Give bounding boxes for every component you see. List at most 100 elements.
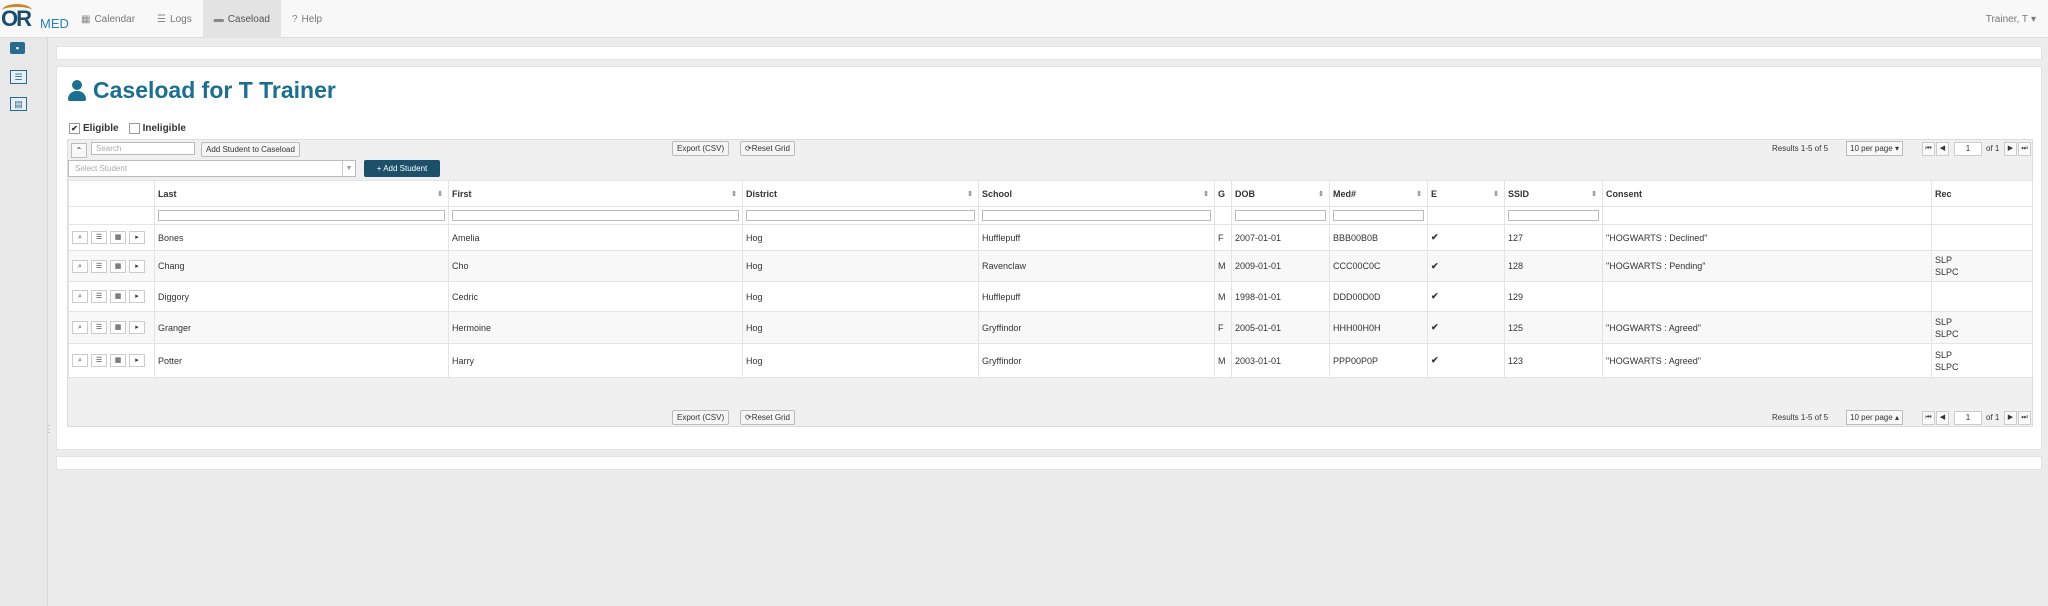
caret-right-icon[interactable]: ▸ bbox=[129, 231, 145, 244]
zoom-icon[interactable]: ⌕ bbox=[72, 259, 88, 273]
col-rec[interactable]: Rec bbox=[1931, 180, 2033, 207]
sidebar-card-icon[interactable]: ▤ bbox=[10, 97, 27, 111]
cell-med: DDD00D0D bbox=[1329, 281, 1428, 312]
sort-icon[interactable]: ⇕ bbox=[1318, 190, 1324, 198]
cell-school: Gryffindor bbox=[978, 311, 1215, 344]
table-row[interactable]: ⌕ ☰ ▦ ▸ Bones Amelia Hog Hufflepuff F 20… bbox=[68, 224, 2033, 251]
col-med[interactable]: Med# ⇕ bbox=[1329, 180, 1428, 207]
sidebar-list-icon[interactable]: ☰ bbox=[10, 70, 27, 84]
add-to-caseload-button[interactable]: Add Student to Caseload bbox=[201, 142, 300, 157]
caret-right-icon[interactable]: ▸ bbox=[129, 321, 145, 334]
zoom-icon[interactable]: ⌕ bbox=[72, 321, 88, 334]
grid-icon[interactable]: ▦ bbox=[110, 290, 126, 303]
grid-icon[interactable]: ▦ bbox=[110, 321, 126, 334]
page-number-input[interactable]: 1 bbox=[1954, 142, 1982, 156]
reset-grid-button[interactable]: ⟳Reset Grid bbox=[740, 141, 795, 156]
grid-icon[interactable]: ▦ bbox=[110, 354, 126, 367]
prev-page-icon[interactable]: ◀ bbox=[1936, 411, 1949, 425]
zoom-icon[interactable]: ⌕ bbox=[72, 231, 88, 244]
reset-grid-button-bottom[interactable]: ⟳Reset Grid bbox=[740, 410, 795, 425]
sidebar-toggle-icon[interactable]: ▪ bbox=[10, 42, 25, 54]
table-row[interactable]: ⌕ ☰ ▦ ▸ Chang Cho Hog Ravenclaw M 2009-0… bbox=[68, 250, 2033, 282]
list-icon[interactable]: ☰ bbox=[91, 231, 107, 244]
col-gender[interactable]: G bbox=[1214, 180, 1232, 207]
nav-caseload[interactable]: ▬ Caseload bbox=[202, 0, 281, 38]
last-page-icon[interactable]: ⏭ bbox=[2018, 411, 2031, 425]
col-ssid[interactable]: SSID ⇕ bbox=[1504, 180, 1603, 207]
col-eligible[interactable]: E ⇕ bbox=[1427, 180, 1505, 207]
caret-right-icon[interactable]: ▸ bbox=[129, 354, 145, 367]
filter-first-input[interactable] bbox=[452, 210, 739, 221]
last-page-icon[interactable]: ⏭ bbox=[2018, 142, 2031, 156]
cell-first: Cho bbox=[448, 250, 743, 282]
sidebar-resize-handle[interactable]: ⋮ bbox=[44, 424, 54, 442]
export-csv-button-bottom[interactable]: Export (CSV) bbox=[672, 410, 730, 425]
nav-logs[interactable]: ☰ Logs bbox=[146, 0, 203, 38]
filter-district-input[interactable] bbox=[746, 210, 975, 221]
chevron-up-icon[interactable]: ⌃ bbox=[71, 143, 87, 158]
ineligible-label: Ineligible bbox=[142, 123, 186, 134]
user-menu[interactable]: Trainer, T ▾ bbox=[1986, 0, 2036, 38]
cell-last: Bones bbox=[154, 224, 449, 251]
search-input[interactable]: Search bbox=[91, 142, 195, 155]
export-csv-button[interactable]: Export (CSV) bbox=[672, 141, 730, 156]
col-school[interactable]: School ⇕ bbox=[978, 180, 1215, 207]
filter-med-input[interactable] bbox=[1333, 210, 1424, 221]
list-icon[interactable]: ☰ bbox=[91, 290, 107, 303]
select-student-dropdown[interactable]: Select Student ▼ bbox=[68, 160, 356, 177]
empty-checkbox-icon[interactable] bbox=[128, 123, 140, 134]
add-student-button[interactable]: + Add Student bbox=[364, 160, 440, 177]
first-page-icon[interactable]: ⏮ bbox=[1922, 411, 1935, 425]
table-row[interactable]: ⌕ ☰ ▦ ▸ Granger Hermoine Hog Gryffindor … bbox=[68, 311, 2033, 344]
grid-icon[interactable]: ▦ bbox=[110, 259, 126, 273]
next-page-icon[interactable]: ▶ bbox=[2004, 411, 2017, 425]
grid-icon[interactable]: ▦ bbox=[110, 231, 126, 244]
col-last[interactable]: Last ⇕ bbox=[154, 180, 449, 207]
nav-help[interactable]: ? Help bbox=[281, 0, 333, 38]
logo-med-text: MED bbox=[40, 16, 69, 31]
cell-school: Gryffindor bbox=[978, 343, 1215, 378]
sort-icon[interactable]: ⇕ bbox=[731, 190, 737, 198]
bottom-strip-panel bbox=[56, 456, 2042, 470]
next-page-icon[interactable]: ▶ bbox=[2004, 142, 2017, 156]
filter-dob-input[interactable] bbox=[1235, 210, 1326, 221]
table-row[interactable]: ⌕ ☰ ▦ ▸ Diggory Cedric Hog Hufflepuff M … bbox=[68, 281, 2033, 312]
check-icon[interactable]: ✔ bbox=[69, 123, 80, 134]
page-title-text: Caseload for T Trainer bbox=[93, 77, 336, 103]
filter-last-input[interactable] bbox=[158, 210, 445, 221]
zoom-icon[interactable]: ⌕ bbox=[72, 354, 88, 367]
cell-consent: "HOGWARTS : Pending" bbox=[1602, 250, 1932, 282]
filter-school-input[interactable] bbox=[982, 210, 1211, 221]
col-consent[interactable]: Consent bbox=[1602, 180, 1932, 207]
sort-icon[interactable]: ⇕ bbox=[1203, 190, 1209, 198]
caret-right-icon[interactable]: ▸ bbox=[129, 259, 145, 273]
col-dob[interactable]: DOB ⇕ bbox=[1231, 180, 1330, 207]
sort-icon[interactable]: ⇕ bbox=[1493, 190, 1499, 198]
caret-right-icon[interactable]: ▸ bbox=[129, 290, 145, 303]
sort-icon[interactable]: ⇕ bbox=[437, 190, 443, 198]
cell-gender: F bbox=[1214, 311, 1232, 344]
table-row[interactable]: ⌕ ☰ ▦ ▸ Potter Harry Hog Gryffindor M 20… bbox=[68, 343, 2033, 378]
prev-page-icon[interactable]: ◀ bbox=[1936, 142, 1949, 156]
per-page-select[interactable]: 10 per page ▾ bbox=[1846, 141, 1903, 156]
list-icon[interactable]: ☰ bbox=[91, 354, 107, 367]
list-icon[interactable]: ☰ bbox=[91, 321, 107, 334]
list-icon[interactable]: ☰ bbox=[91, 259, 107, 273]
filter-ssid-input[interactable] bbox=[1508, 210, 1599, 221]
ormed-logo[interactable]: OR MED bbox=[0, 2, 69, 34]
sort-icon[interactable]: ⇕ bbox=[1416, 190, 1422, 198]
cell-ssid: 123 bbox=[1504, 343, 1603, 378]
cell-first: Hermoine bbox=[448, 311, 743, 344]
col-first[interactable]: First ⇕ bbox=[448, 180, 743, 207]
col-district[interactable]: District ⇕ bbox=[742, 180, 979, 207]
nav-calendar[interactable]: ▦ Calendar bbox=[70, 0, 146, 38]
row-actions: ⌕ ☰ ▦ ▸ bbox=[68, 281, 155, 312]
ineligible-checkbox[interactable]: Ineligible bbox=[128, 123, 186, 134]
sort-icon[interactable]: ⇕ bbox=[1591, 190, 1597, 198]
eligible-checkbox[interactable]: ✔ Eligible bbox=[69, 123, 119, 134]
zoom-icon[interactable]: ⌕ bbox=[72, 290, 88, 303]
page-number-input-bottom[interactable]: 1 bbox=[1954, 411, 1982, 425]
first-page-icon[interactable]: ⏮ bbox=[1922, 142, 1935, 156]
sort-icon[interactable]: ⇕ bbox=[967, 190, 973, 198]
per-page-select-bottom[interactable]: 10 per page ▴ bbox=[1846, 410, 1903, 425]
